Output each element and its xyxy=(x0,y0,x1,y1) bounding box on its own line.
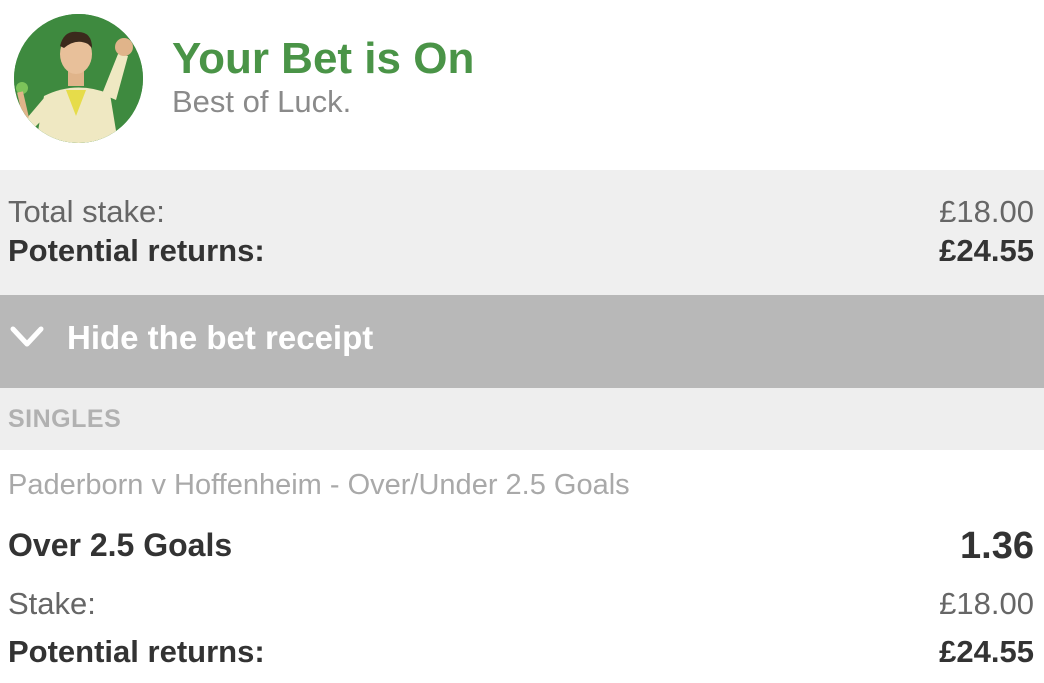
stake-label: Stake: xyxy=(8,586,96,621)
total-potential-returns-value: £24.55 xyxy=(939,233,1034,268)
total-stake-label: Total stake: xyxy=(8,194,165,229)
page-title: Your Bet is On xyxy=(172,34,475,83)
selection-odds: 1.36 xyxy=(960,525,1034,567)
bet-confirmation-page: Your Bet is On Best of Luck. Total stake… xyxy=(0,0,1044,683)
page-subtitle: Best of Luck. xyxy=(172,84,352,119)
bet-summary: Total stake: £18.00 Potential returns: £… xyxy=(0,170,1044,295)
hide-bet-receipt-button[interactable]: Hide the bet receipt xyxy=(0,295,1044,388)
chevron-down-icon xyxy=(10,325,44,349)
total-potential-returns-label: Potential returns: xyxy=(8,233,265,268)
potential-returns-value: £24.55 xyxy=(939,634,1034,669)
stake-value: £18.00 xyxy=(939,586,1034,621)
confirmation-header: Your Bet is On Best of Luck. xyxy=(0,0,1044,168)
section-label: SINGLES xyxy=(8,405,122,433)
hide-bet-receipt-label: Hide the bet receipt xyxy=(67,319,374,356)
bet-receipt-item: Paderborn v Hoffenheim - Over/Under 2.5 … xyxy=(0,450,1044,683)
cheering-man-avatar-icon xyxy=(14,14,143,143)
event-name: Paderborn v Hoffenheim - Over/Under 2.5 … xyxy=(8,469,630,501)
selection-name: Over 2.5 Goals xyxy=(8,527,233,563)
singles-section-header: SINGLES xyxy=(0,388,1044,450)
total-stake-value: £18.00 xyxy=(939,194,1034,229)
potential-returns-label: Potential returns: xyxy=(8,634,265,669)
